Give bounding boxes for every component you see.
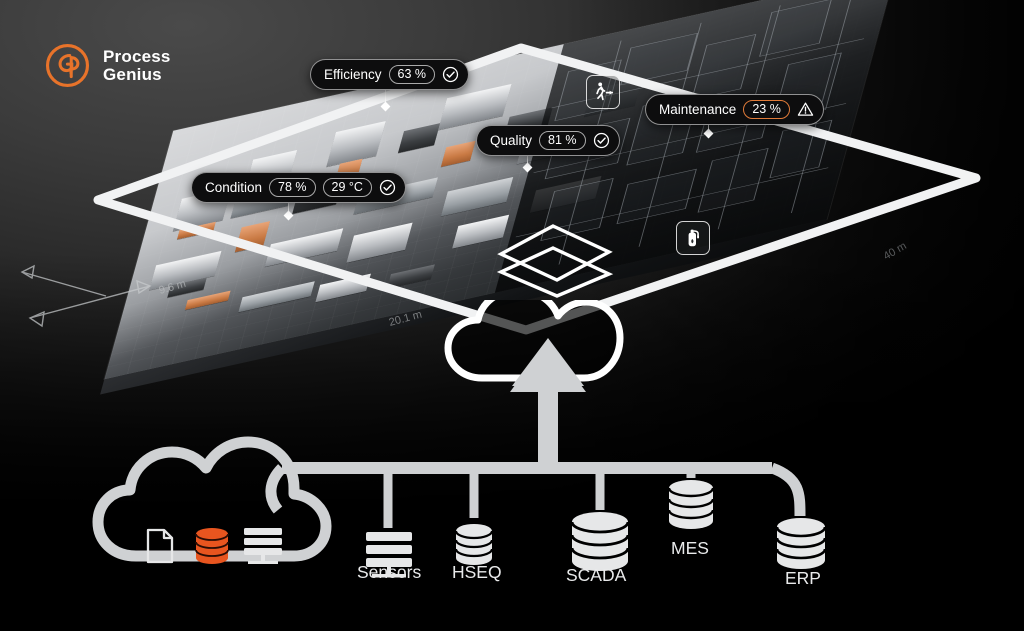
dimension-label-width: 9.6 m <box>158 278 188 297</box>
icon-scada <box>570 512 630 571</box>
gp-monogram-icon <box>45 43 90 88</box>
warning-triangle-icon <box>797 102 814 116</box>
brand-name: Process Genius <box>103 46 171 84</box>
node-label-mes: MES <box>671 538 709 558</box>
layer-stack-indicator[interactable] <box>495 222 615 298</box>
kpi-value-condition-percent: 78 % <box>269 178 316 197</box>
node-label-hseq: HSEQ <box>452 562 502 582</box>
dimension-label-depth: 40 m <box>882 240 909 263</box>
check-circle-icon <box>442 66 459 83</box>
icon-erp <box>775 518 827 569</box>
kpi-badge-efficiency[interactable]: Efficiency 63 % <box>310 59 470 90</box>
node-label-scada: SCADA <box>566 565 627 585</box>
running-person-exit-icon <box>596 82 614 101</box>
kpi-label-maintenance: Maintenance <box>659 102 737 117</box>
icon-cloud-database <box>195 528 229 564</box>
kpi-value-quality: 81 % <box>539 131 586 150</box>
check-circle-icon <box>379 179 396 196</box>
safety-marker-fire-extinguisher[interactable] <box>676 221 710 255</box>
icon-hseq <box>454 524 494 565</box>
icon-mes <box>667 480 715 529</box>
kpi-value-condition-temperature: 29 °C <box>322 178 372 197</box>
data-flow-connectors <box>92 300 827 578</box>
safety-marker-emergency-exit[interactable] <box>586 75 620 109</box>
dimension-label-depth-group: 40 m <box>882 240 909 263</box>
kpi-label-condition: Condition <box>205 180 263 195</box>
node-label-erp: ERP <box>785 568 821 588</box>
kpi-label-efficiency: Efficiency <box>324 67 382 82</box>
fire-extinguisher-icon <box>688 229 699 247</box>
kpi-value-efficiency: 63 % <box>388 65 436 84</box>
kpi-value-maintenance: 23 % <box>743 100 790 119</box>
digital-twin-dashboard: 9.6 m 20.1 m 40 m Efficiency 63 % Mainte… <box>0 0 1024 631</box>
kpi-badge-condition[interactable]: Condition 78 % 29 °C <box>191 172 406 203</box>
brand-name-line2: Genius <box>103 64 162 84</box>
node-label-sensors: Sensors <box>357 562 422 582</box>
kpi-badge-quality[interactable]: Quality 81 % <box>476 125 620 156</box>
brand-logo[interactable]: Process Genius <box>44 42 171 89</box>
brand-name-line1: Process <box>103 46 171 66</box>
data-flow-diagram: Sensors HSEQ SCADA MES ERP <box>0 300 1024 631</box>
kpi-label-quality: Quality <box>490 133 533 148</box>
kpi-badge-maintenance[interactable]: Maintenance 23 % <box>645 94 824 125</box>
check-circle-icon <box>593 132 609 149</box>
